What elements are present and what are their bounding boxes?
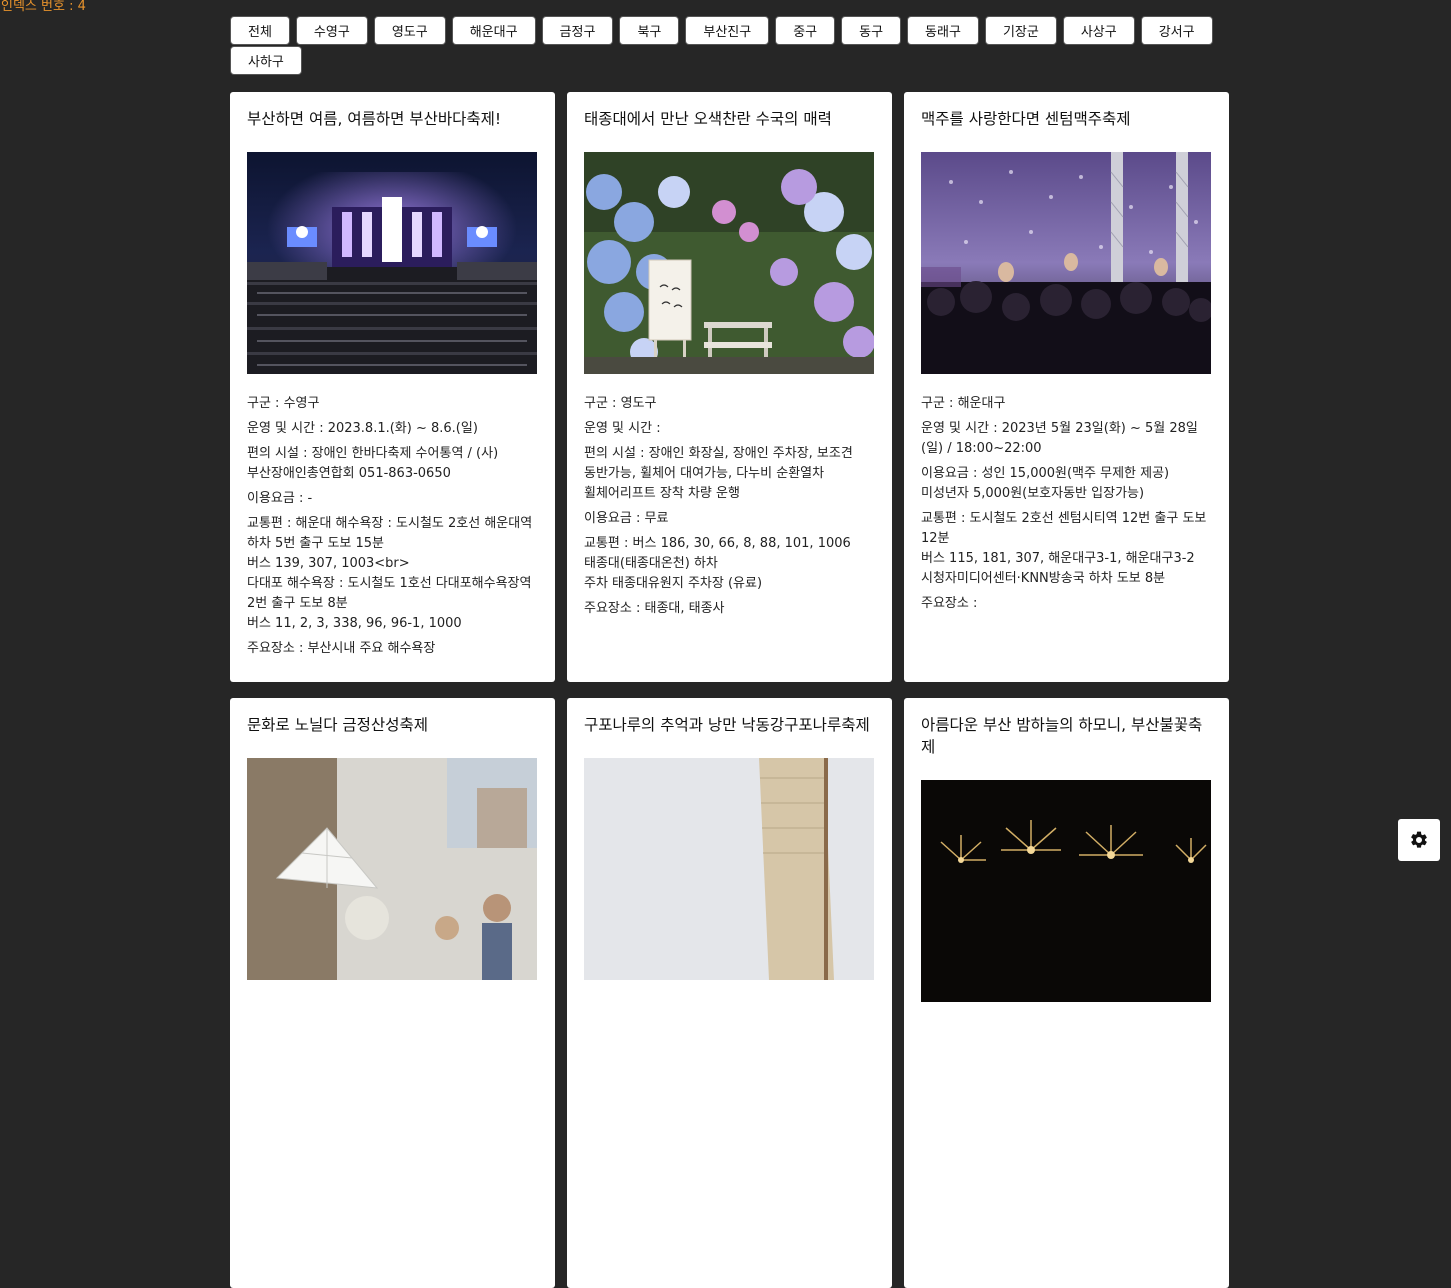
district-filter-bar: 전체 수영구 영도구 해운대구 금정구 북구 부산진구 중구 동구 동래구 기장… — [230, 16, 1230, 75]
card-transport: 교통편 : 도시철도 2호선 센텀시티역 12번 출구 도보 12분 버스 11… — [921, 511, 1207, 586]
card-hours: 운영 및 시간 : 2023년 5월 23일(화) ~ 5월 28일(일) / … — [921, 421, 1198, 456]
gear-icon — [1409, 830, 1429, 850]
filter-button-dongnae[interactable]: 동래구 — [907, 16, 979, 45]
festival-image-sailboat — [584, 758, 874, 980]
card-fee: 이용요금 : 무료 — [584, 511, 669, 526]
filter-button-suyeong[interactable]: 수영구 — [295, 16, 368, 45]
card-places: 주요장소 : 태종대, 태종사 — [584, 601, 725, 616]
filter-button-geumjeong[interactable]: 금정구 — [541, 16, 614, 45]
card-places: 주요장소 : — [921, 596, 978, 611]
festival-card[interactable]: 맥주를 사랑한다면 센텀맥주축제 구군: 해운대구 운영 및 시간: 202… — [904, 92, 1229, 682]
card-title: 아름다운 부산 밤하늘의 하모니, 부산불꽃축제 — [921, 716, 1203, 756]
filter-button-sasang[interactable]: 사상구 — [1062, 16, 1135, 45]
festival-image-fireworks — [921, 780, 1211, 1002]
card-title: 맥주를 사랑한다면 센텀맥주축제 — [921, 110, 1131, 128]
filter-button-yeongdo[interactable]: 영도구 — [373, 16, 446, 45]
festival-image-fan-dance — [247, 758, 537, 980]
card-title: 구포나루의 추억과 낭만 낙동강구포나루축제 — [584, 716, 870, 734]
filter-button-jung[interactable]: 중구 — [775, 16, 836, 45]
card-hours: 운영 및 시간 : — [584, 421, 661, 436]
filter-button-dong[interactable]: 동구 — [841, 16, 902, 45]
card-district: 구군 : 수영구 — [247, 396, 320, 411]
festival-card-grid: 부산하면 여름, 여름하면 부산바다축제! 구군: 수영구 운영 및 시간:… — [230, 92, 1230, 1288]
filter-button-haeundae[interactable]: 해운대구 — [451, 16, 536, 45]
filter-button-busanjin[interactable]: 부산진구 — [685, 16, 770, 45]
filter-button-all[interactable]: 전체 — [230, 16, 290, 45]
settings-button[interactable] — [1398, 819, 1440, 861]
card-transport: 교통편 : 해운대 해수욕장 : 도시철도 2호선 해운대역 하차 5번 출구 … — [247, 516, 533, 631]
card-fee: 이용요금 : 성인 15,000원(맥주 무제한 제공) 미성년자 5,000원… — [921, 466, 1170, 501]
filter-button-gijang[interactable]: 기장군 — [984, 16, 1057, 45]
card-fee: 이용요금 : - — [247, 491, 313, 506]
card-facilities: 편의 시설 : 장애인 한바다축제 수어통역 / (사)부산장애인총연합회 05… — [247, 446, 499, 481]
festival-card[interactable]: 부산하면 여름, 여름하면 부산바다축제! 구군: 수영구 운영 및 시간:… — [230, 92, 555, 682]
card-places: 주요장소 : 부산시내 주요 해수욕장 — [247, 641, 436, 656]
card-title: 부산하면 여름, 여름하면 부산바다축제! — [247, 110, 502, 128]
card-title: 태종대에서 만난 오색찬란 수국의 매력 — [584, 110, 832, 128]
card-facilities: 편의 시설 : 장애인 화장실, 장애인 주차장, 보조견 동반가능, 휠체어 … — [584, 446, 853, 501]
card-district: 구군 : 해운대구 — [921, 396, 1006, 411]
festival-card[interactable]: 아름다운 부산 밤하늘의 하모니, 부산불꽃축제 — [904, 698, 1229, 1288]
festival-image-beer-festival-crowd — [921, 152, 1211, 374]
festival-card[interactable]: 태종대에서 만난 오색찬란 수국의 매력 구군: 영도구 운영 및 시간: … — [567, 92, 892, 682]
filter-button-gangseo[interactable]: 강서구 — [1140, 16, 1213, 45]
festival-card[interactable]: 구포나루의 추억과 낭만 낙동강구포나루축제 — [567, 698, 892, 1288]
card-district: 구군 : 영도구 — [584, 396, 657, 411]
card-transport: 교통편 : 버스 186, 30, 66, 8, 88, 101, 1006 태… — [584, 536, 851, 591]
card-title: 문화로 노닐다 금정산성축제 — [247, 716, 428, 734]
index-number-label: 인덱스 번호 : 4 — [1, 0, 86, 14]
filter-button-buk[interactable]: 북구 — [619, 16, 680, 45]
festival-image-hydrangea-garden — [584, 152, 874, 374]
festival-card[interactable]: 문화로 노닐다 금정산성축제 — [230, 698, 555, 1288]
filter-button-saha[interactable]: 사하구 — [230, 46, 302, 75]
festival-image-sea-festival-stage — [247, 152, 537, 374]
card-hours: 운영 및 시간 : 2023.8.1.(화) ~ 8.6.(일) — [247, 421, 478, 436]
